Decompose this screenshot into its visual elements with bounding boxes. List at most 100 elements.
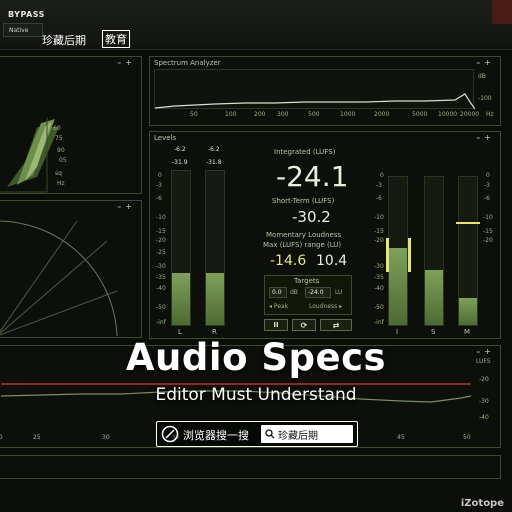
brand-watermark: 珍藏后期 xyxy=(42,34,86,47)
history-x-label: 25 xyxy=(33,434,41,441)
meter-fill-r xyxy=(206,272,224,325)
scale-label: -inf xyxy=(156,319,166,326)
freq-label: 10000 xyxy=(438,111,458,118)
scale-label-right: -40 xyxy=(374,285,384,292)
scale-label: -3 xyxy=(156,182,162,189)
overlay-title: Audio Specs xyxy=(125,336,387,379)
vectorscope-graphic xyxy=(0,220,118,337)
scale-label-right: -3 xyxy=(376,182,382,189)
scale-label-far: -3 xyxy=(484,182,490,189)
scale-label: -10 xyxy=(156,214,166,221)
reset-button[interactable]: ⟳ xyxy=(292,319,316,331)
shortterm-label: Short-Term (LUFS) xyxy=(272,197,335,205)
target-peak-value: 0.0 xyxy=(272,289,282,296)
target-loudness-value: -24.0 xyxy=(308,289,324,296)
history-x-label: 20 xyxy=(0,434,3,441)
scale-label-far: -15 xyxy=(483,228,493,235)
bottom-strip xyxy=(0,455,501,479)
axis-label: 90 xyxy=(57,147,65,154)
scale-label: -50 xyxy=(156,304,166,311)
meter-fill-shortterm xyxy=(425,270,443,325)
scale-label-far: -6 xyxy=(484,195,490,202)
freq-label: 500 xyxy=(308,111,320,118)
integrated-label: Integrated (LUFS) xyxy=(274,148,336,156)
scale-label-far: -10 xyxy=(483,214,493,221)
spectrogram-panel: –+ 60 75 90 05 sq Hz xyxy=(0,56,142,194)
search-query: 珍藏后期 xyxy=(278,431,318,442)
freq-label: 20000 xyxy=(460,111,480,118)
peak-hold-integrated xyxy=(386,238,389,272)
window-corner-glow xyxy=(492,0,512,24)
pause-button[interactable]: II xyxy=(264,319,288,331)
freq-label: 50 xyxy=(190,111,198,118)
scale-label-right: -6 xyxy=(376,195,382,202)
meter-label-integrated: I xyxy=(396,328,399,336)
hz-label: Hz xyxy=(486,111,494,118)
meter-l xyxy=(171,170,191,326)
axis-label: 60 xyxy=(53,125,61,132)
overlay-subtitle: Editor Must Understand xyxy=(155,385,357,405)
peak-toggle[interactable]: ◂ Peak xyxy=(269,303,288,310)
meter-label-shortterm: S xyxy=(431,328,436,336)
peak-hold-integrated-right xyxy=(408,238,411,272)
meter-shortterm xyxy=(424,176,444,326)
target-peak-field[interactable]: 0.0 xyxy=(269,287,287,298)
scale-label-right: -20 xyxy=(374,237,384,244)
scale-label-right: 0 xyxy=(380,172,384,179)
spectrum-analyzer-panel: Spectrum Analyzer –+ dB -100 50 100 200 … xyxy=(149,56,501,126)
spectrum-curve xyxy=(155,93,475,110)
izotope-logo: iZotope xyxy=(460,498,504,509)
freq-label: 200 xyxy=(254,111,266,118)
levels-panel: Levels –+ 0 -3 -6 -10 -15 -20 -25 -30 -3… xyxy=(149,131,501,339)
target-loudness-field[interactable]: -24.0 xyxy=(305,287,331,298)
meter-momentary xyxy=(458,176,478,326)
vectorscope-panel: –+ xyxy=(0,200,142,338)
freq-label: 300 xyxy=(277,111,289,118)
top-bar: BYPASS Native 珍藏后期 教育 xyxy=(0,0,512,50)
bypass-button[interactable]: BYPASS xyxy=(8,10,45,19)
target-marker-momentary xyxy=(456,222,480,224)
brand-tag: 教育 xyxy=(102,30,130,48)
freq-label: 5000 xyxy=(412,111,428,118)
spectrum-title: Spectrum Analyzer xyxy=(154,59,221,67)
channel-label-r: R xyxy=(212,328,217,336)
levels-title: Levels xyxy=(154,134,177,142)
spectrogram-graphic xyxy=(0,117,59,193)
rms-readout-r: -31.8 xyxy=(206,159,222,166)
compass-icon xyxy=(161,425,179,443)
peak-readout-l: -6.2 xyxy=(174,146,186,153)
meter-fill-integrated xyxy=(389,248,407,325)
freq-label: 1000 xyxy=(340,111,356,118)
db-label: -100 xyxy=(478,95,492,102)
target-loudness-unit: LU xyxy=(335,289,343,296)
axis-label: 75 xyxy=(55,135,63,142)
history-x-label: 50 xyxy=(463,434,471,441)
targets-label: Targets xyxy=(294,277,320,285)
native-mode-button[interactable]: Native xyxy=(3,23,43,37)
swap-button[interactable]: ⇄ xyxy=(320,319,352,331)
history-y-label: -40 xyxy=(479,414,489,421)
panel-controls[interactable]: –+ xyxy=(476,133,495,142)
loudness-toggle[interactable]: Loudness ▸ xyxy=(309,303,342,310)
scale-label-right: -10 xyxy=(374,214,384,221)
search-input[interactable]: 珍藏后期 xyxy=(261,425,353,443)
spectrum-plot xyxy=(154,69,475,110)
search-icon xyxy=(265,429,275,439)
scale-label: -15 xyxy=(156,228,166,235)
panel-controls[interactable]: –+ xyxy=(476,58,495,67)
meter-r xyxy=(205,170,225,326)
scale-label: -35 xyxy=(156,274,166,281)
integrated-value: -24.1 xyxy=(276,160,349,193)
meter-fill-l xyxy=(172,272,190,325)
channel-label-l: L xyxy=(178,328,182,336)
axis-unit: sq xyxy=(55,170,62,177)
max-value: -14.6 xyxy=(270,253,307,269)
history-x-label: 30 xyxy=(102,434,110,441)
targets-box: Targets 0.0 dB -24.0 LU ◂ Peak Loudness … xyxy=(264,275,352,315)
scale-label: -40 xyxy=(156,285,166,292)
peak-readout-r: -6.2 xyxy=(208,146,220,153)
target-peak-unit: dB xyxy=(290,289,298,296)
scale-label-right: -50 xyxy=(374,304,384,311)
meter-label-momentary: M xyxy=(464,328,471,336)
scale-label-right: -35 xyxy=(374,274,384,281)
